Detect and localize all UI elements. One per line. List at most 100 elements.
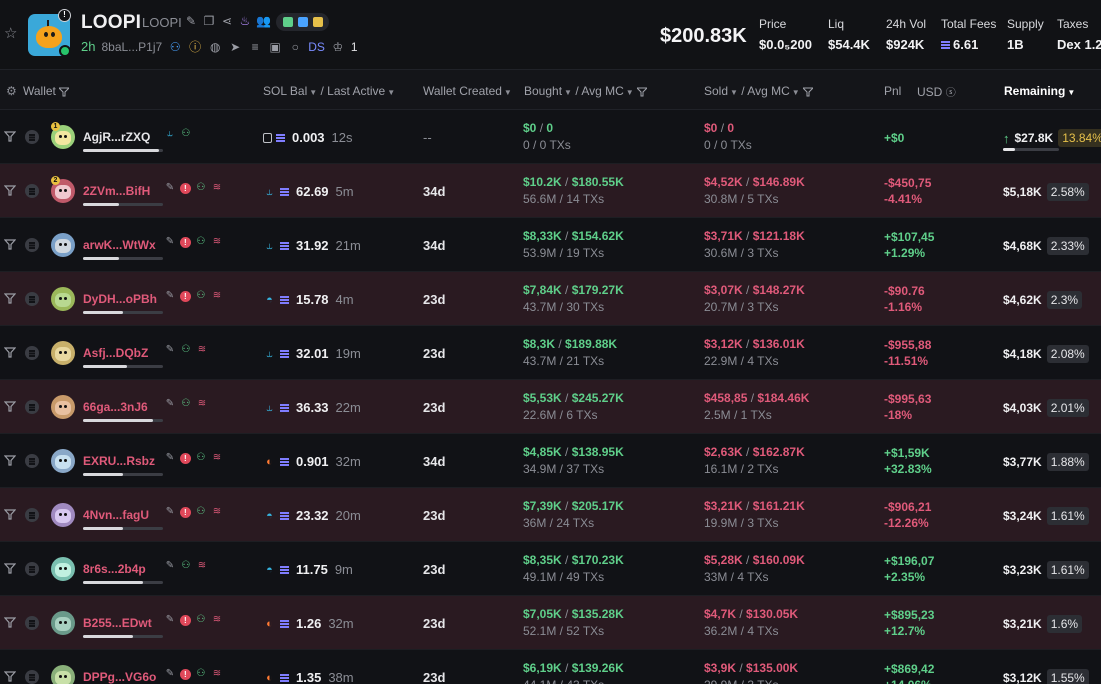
person-add-icon[interactable]: ⚇	[180, 560, 192, 572]
settings-gear-icon[interactable]: ⚙	[6, 84, 17, 98]
row-menu-icon[interactable]	[25, 400, 39, 414]
person-add-icon[interactable]: ⚇	[195, 614, 207, 626]
person-add-icon[interactable]: ⚇	[195, 506, 207, 518]
row-menu-icon[interactable]	[25, 508, 39, 522]
holders-count: 1	[350, 39, 358, 54]
table-row[interactable]: arwK...WtWx ✎! ⚇ ≋ ⥿ 31.92 21m 34d $8,33K …	[0, 218, 1101, 272]
wallet-address[interactable]: arwK...WtWx	[83, 238, 156, 252]
row-menu-icon[interactable]	[25, 130, 39, 144]
edit-icon[interactable]: ✎	[164, 452, 176, 464]
filter-icon[interactable]	[4, 238, 16, 250]
person-add-icon[interactable]: ⚇	[180, 128, 192, 140]
wallet-address[interactable]: B255...EDwt	[83, 616, 152, 630]
sold-cell: $4,7K / $130.05K 36.2M / 4 TXs	[704, 607, 799, 638]
filter-icon[interactable]	[4, 508, 16, 520]
col-wallet[interactable]: Wallet	[23, 84, 69, 98]
row-menu-icon[interactable]	[25, 238, 39, 252]
col-sold[interactable]: Sold ▼ / Avg MC ▼	[704, 84, 813, 98]
wallet-address[interactable]: DPPg...VG6o	[83, 670, 156, 684]
person-add-icon[interactable]: ⚇	[195, 236, 207, 248]
favorite-star-icon[interactable]: ☆	[4, 26, 18, 41]
wallet-address[interactable]: DyDH...oPBh	[83, 292, 157, 306]
warning-icon[interactable]: ⓘ	[188, 40, 202, 54]
person-add-icon[interactable]: ⚇	[195, 668, 207, 680]
globe-icon[interactable]: ◍	[208, 40, 222, 54]
table-row[interactable]: Asfj...DQbZ ✎ ⚇ ≋ ⥿ 32.01 19m 23d $8,3K / …	[0, 326, 1101, 380]
filter-icon[interactable]	[4, 400, 16, 412]
wallet-address[interactable]: 8r6s...2b4p	[83, 562, 146, 576]
row-menu-icon[interactable]	[25, 670, 39, 684]
table-row[interactable]: B255...EDwt ✎! ⚇ ≋ ◐ 1.26 32m 23d $7,05K /…	[0, 596, 1101, 650]
edit-icon[interactable]: ✎	[164, 344, 176, 356]
col-pnl[interactable]: Pnl	[884, 84, 901, 98]
filter-icon[interactable]	[4, 346, 16, 358]
telegram-icon[interactable]: ➤	[228, 40, 242, 54]
filter-icon[interactable]	[636, 87, 647, 97]
group-icon[interactable]: 👥	[256, 14, 271, 28]
filter-icon[interactable]	[4, 562, 16, 574]
edit-icon[interactable]: ✎	[164, 506, 176, 518]
edit-icon[interactable]: ✎	[164, 560, 176, 572]
table-row[interactable]: DPPg...VG6o ✎! ⚇ ≋ ◐ 1.35 38m 23d $6,19K /…	[0, 650, 1101, 684]
share-icon[interactable]: ⋖	[220, 14, 234, 28]
filter-icon[interactable]	[4, 292, 16, 304]
edit-icon[interactable]: ✎	[164, 182, 176, 194]
wallet-address[interactable]: 2ZVm...BifH	[83, 184, 150, 198]
person-add-icon[interactable]: ⚇	[195, 290, 207, 302]
row-menu-icon[interactable]	[25, 616, 39, 630]
edit-icon[interactable]: ✎	[164, 668, 176, 680]
person-add-icon[interactable]: ⚇	[195, 182, 207, 194]
table-row[interactable]: EXRU...Rsbz ✎! ⚇ ≋ ◐ 0.901 32m 34d $4,85K …	[0, 434, 1101, 488]
wallet-address[interactable]: 4Nvn...fagU	[83, 508, 149, 522]
pnl-cell: -$90.76 -1.16%	[884, 284, 925, 314]
copy-icon[interactable]: ❐	[202, 14, 216, 28]
row-menu-icon[interactable]	[25, 346, 39, 360]
rank-badge: 2	[51, 176, 60, 185]
person-add-icon[interactable]: ⚇	[180, 344, 192, 356]
row-menu-icon[interactable]	[25, 292, 39, 306]
table-row[interactable]: DyDH...oPBh ✎! ⚇ ≋ ◓ 15.78 4m 23d $7,84K /…	[0, 272, 1101, 326]
user-icon[interactable]: ⚇	[168, 40, 182, 54]
edit-icon[interactable]: ✎	[164, 398, 176, 410]
person-add-icon[interactable]: ⚇	[195, 452, 207, 464]
crown-icon[interactable]: ♔	[331, 40, 345, 54]
person-add-icon[interactable]: ⚇	[180, 398, 192, 410]
token-address[interactable]: 8baL...P1j7	[101, 40, 162, 54]
row-menu-icon[interactable]	[25, 184, 39, 198]
filter-icon[interactable]	[802, 87, 813, 97]
wallet-address[interactable]: 66ga...3nJ6	[83, 400, 148, 414]
edit-icon[interactable]: ✎	[164, 290, 176, 302]
filter-icon[interactable]	[58, 87, 69, 97]
edit-icon[interactable]: ✎	[164, 614, 176, 626]
table-row[interactable]: 1 AgjR...rZXQ ⥿ ⚇ 0.003 12s -- $0 / 0 0 /…	[0, 110, 1101, 164]
edit-icon[interactable]: ✎	[184, 14, 198, 28]
search-icon[interactable]: ○	[288, 40, 302, 54]
col-bought[interactable]: Bought ▼ / Avg MC ▼	[524, 84, 647, 98]
filter-icon[interactable]	[4, 130, 16, 142]
filter-icon[interactable]	[4, 184, 16, 196]
filter-icon[interactable]	[4, 670, 16, 682]
row-menu-icon[interactable]	[25, 454, 39, 468]
pnl-cell: +$895,23 +12.7%	[884, 608, 935, 638]
col-sol-bal[interactable]: SOL Bal ▼ / Last Active ▼	[263, 84, 395, 98]
table-row[interactable]: 4Nvn...fagU ✎! ⚇ ≋ ◓ 23.32 20m 23d $7,39K …	[0, 488, 1101, 542]
audit-badges[interactable]	[276, 13, 329, 31]
col-usd-toggle[interactable]: USD ⓢ	[917, 84, 956, 99]
edit-icon[interactable]: ✎	[164, 236, 176, 248]
table-row[interactable]: 66ga...3nJ6 ✎ ⚇ ≋ ⥿ 36.33 22m 23d $5,53K /…	[0, 380, 1101, 434]
wallet-address[interactable]: Asfj...DQbZ	[83, 346, 148, 360]
filter-icon[interactable]	[4, 454, 16, 466]
filter-icon[interactable]	[4, 616, 16, 628]
col-remaining[interactable]: Remaining ▼	[1004, 84, 1075, 98]
table-row[interactable]: 8r6s...2b4p ✎ ⚇ ≋ ◓ 11.75 9m 23d $8,35K / …	[0, 542, 1101, 596]
list-icon[interactable]: ≡	[248, 40, 262, 54]
wallet-balance-bar	[83, 635, 163, 638]
chat-icon[interactable]: ▣	[268, 40, 282, 54]
fire-icon[interactable]: ♨	[238, 14, 252, 28]
dexscreener-link[interactable]: DS	[308, 40, 325, 54]
table-row[interactable]: 2 2ZVm...BifH ✎! ⚇ ≋ ⥿ 62.69 5m 34d $10.2K…	[0, 164, 1101, 218]
row-menu-icon[interactable]	[25, 562, 39, 576]
wallet-address[interactable]: AgjR...rZXQ	[83, 130, 150, 144]
col-wallet-created[interactable]: Wallet Created ▼	[423, 84, 512, 98]
wallet-address[interactable]: EXRU...Rsbz	[83, 454, 155, 468]
